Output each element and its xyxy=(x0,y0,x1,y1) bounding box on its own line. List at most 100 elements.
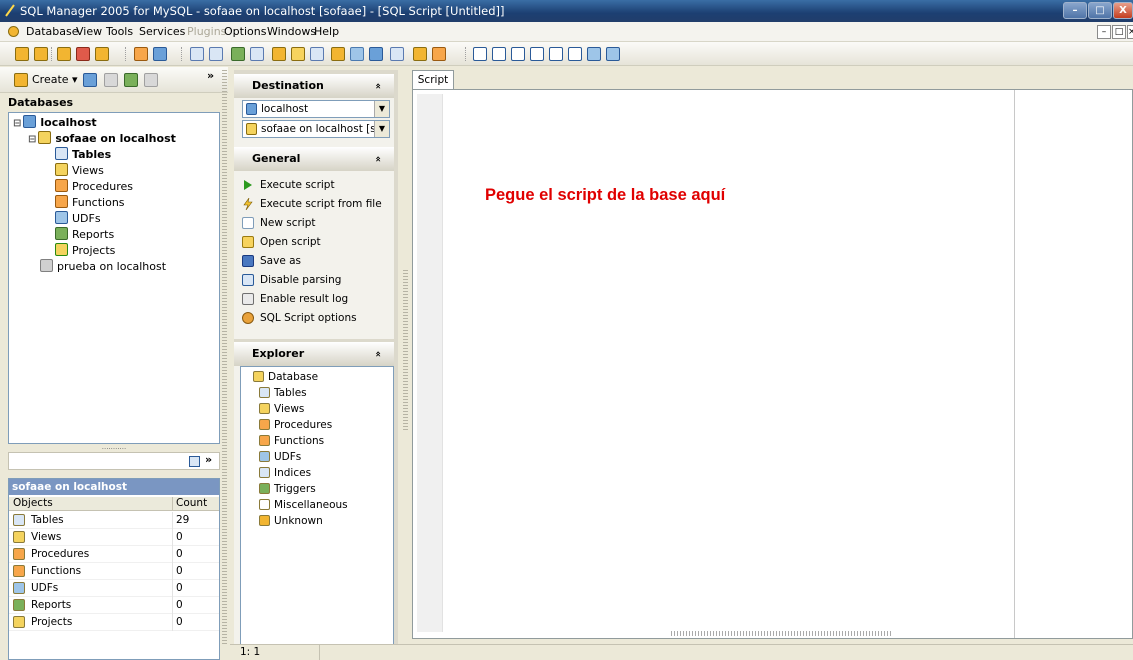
menu-windows[interactable]: Windows xyxy=(267,25,316,38)
window-next-icon[interactable] xyxy=(606,47,620,61)
column-count[interactable]: Count xyxy=(172,497,207,510)
tree-node[interactable]: prueba on localhost xyxy=(28,259,166,275)
sql-script-options-link[interactable]: SQL Script options xyxy=(242,309,357,327)
explorer-node[interactable]: Miscellaneous xyxy=(259,497,348,513)
left-vertical-splitter[interactable] xyxy=(222,70,227,644)
window-tile-vertical-icon[interactable] xyxy=(530,47,544,61)
explorer-node[interactable]: Database xyxy=(253,369,318,385)
table-row[interactable]: Tables 29 xyxy=(9,512,219,529)
chevron-down-icon[interactable]: ▼ xyxy=(374,101,389,117)
backup-icon[interactable] xyxy=(350,47,364,61)
window-tile-icon[interactable] xyxy=(492,47,506,61)
register-database-icon[interactable] xyxy=(15,47,29,61)
grant-manager-icon[interactable] xyxy=(432,47,446,61)
unregister-database-icon[interactable] xyxy=(34,47,48,61)
edit-object-icon[interactable] xyxy=(124,73,138,87)
report-icon[interactable] xyxy=(250,47,264,61)
close-button[interactable]: X xyxy=(1113,2,1133,19)
menu-database[interactable]: Database xyxy=(26,25,79,38)
table-row[interactable]: UDFs 0 xyxy=(9,580,219,597)
sql-editor-icon[interactable] xyxy=(153,47,167,61)
design-query-icon[interactable] xyxy=(231,47,245,61)
print-metadata-icon[interactable] xyxy=(331,47,345,61)
export-data-icon[interactable] xyxy=(272,47,286,61)
menu-help[interactable]: Help xyxy=(314,25,339,38)
mdi-close-button[interactable]: × xyxy=(1127,25,1133,39)
open-script-link[interactable]: Open script xyxy=(242,233,321,251)
window-minimize-all-icon[interactable] xyxy=(549,47,563,61)
explorer-node[interactable]: UDFs xyxy=(259,449,301,465)
menu-tools[interactable]: Tools xyxy=(106,25,133,38)
table-row[interactable]: Views 0 xyxy=(9,529,219,546)
host-select[interactable]: localhost ▼ xyxy=(242,100,390,118)
window-tile-horizontal-icon[interactable] xyxy=(511,47,525,61)
database-properties-icon[interactable] xyxy=(95,47,109,61)
general-section-header[interactable]: General » xyxy=(234,147,394,171)
disconnect-icon[interactable] xyxy=(76,47,90,61)
window-previous-icon[interactable] xyxy=(587,47,601,61)
refresh-icon[interactable] xyxy=(134,47,148,61)
disable-parsing-link[interactable]: Disable parsing xyxy=(242,271,341,289)
tree-node[interactable]: ⊟ localhost xyxy=(13,115,97,131)
create-dropdown-button[interactable]: Create ▾ xyxy=(32,73,78,86)
tree-node[interactable]: Tables xyxy=(43,147,111,163)
tree-node[interactable]: UDFs xyxy=(43,211,101,227)
new-script-link[interactable]: New script xyxy=(242,214,316,232)
collapse-toggle-icon[interactable]: ⊟ xyxy=(13,118,21,129)
tree-node[interactable]: Views xyxy=(43,163,104,179)
table-row[interactable]: Functions 0 xyxy=(9,563,219,580)
tree-splitter[interactable]: ........... xyxy=(8,444,220,452)
table-row[interactable]: Reports 0 xyxy=(9,597,219,614)
table-row[interactable]: Projects 0 xyxy=(9,614,219,631)
window-cascade-icon[interactable] xyxy=(473,47,487,61)
connect-icon[interactable] xyxy=(57,47,71,61)
user-manager-icon[interactable] xyxy=(413,47,427,61)
toolbar-overflow-button[interactable]: » xyxy=(207,69,214,82)
collapse-chevron-icon[interactable]: » xyxy=(367,83,391,89)
explorer-node[interactable]: Functions xyxy=(259,433,324,449)
collapse-chevron-icon[interactable]: » xyxy=(367,156,391,162)
tree-overflow-button[interactable]: » xyxy=(205,453,212,466)
sql-script-editor[interactable]: Pegue el script de la base aquí xyxy=(412,89,1133,639)
explorer-section-header[interactable]: Explorer » xyxy=(234,342,394,366)
maximize-button[interactable]: □ xyxy=(1088,2,1112,19)
menu-services[interactable]: Services xyxy=(139,25,185,38)
execute-script-from-file-link[interactable]: Execute script from file xyxy=(242,195,382,213)
tree-node[interactable]: Procedures xyxy=(43,179,133,195)
menu-options[interactable]: Options xyxy=(224,25,266,38)
refresh-tree-icon[interactable] xyxy=(83,73,97,87)
mdi-restore-button[interactable]: □ xyxy=(1112,25,1126,39)
database-tree[interactable]: ⊟ localhost ⊟ sofaae on localhost Tables View… xyxy=(8,112,220,444)
save-as-link[interactable]: Save as xyxy=(242,252,301,270)
tree-node[interactable]: ⊟ sofaae on localhost xyxy=(28,131,176,147)
tree-node[interactable]: Projects xyxy=(43,243,115,259)
middle-vertical-splitter[interactable] xyxy=(403,270,408,430)
minimize-button[interactable]: – xyxy=(1063,2,1087,19)
explorer-node[interactable]: Triggers xyxy=(259,481,316,497)
window-close-all-icon[interactable] xyxy=(568,47,582,61)
explorer-node[interactable]: Tables xyxy=(259,385,307,401)
restore-icon[interactable] xyxy=(369,47,383,61)
tree-view-options-icon[interactable] xyxy=(189,456,200,467)
explorer-node[interactable]: Procedures xyxy=(259,417,332,433)
chevron-down-icon[interactable]: ▼ xyxy=(374,121,389,137)
database-select[interactable]: sofaae on localhost [sofaae] ▼ xyxy=(242,120,390,138)
execute-script-link[interactable]: Execute script xyxy=(242,176,335,194)
query-builder-icon[interactable] xyxy=(190,47,204,61)
table-row[interactable]: Procedures 0 xyxy=(9,546,219,563)
menu-view[interactable]: View xyxy=(76,25,102,38)
tree-node[interactable]: Functions xyxy=(43,195,125,211)
tab-script[interactable]: Script xyxy=(412,70,454,89)
mdi-minimize-button[interactable]: – xyxy=(1097,25,1111,39)
explorer-node[interactable]: Views xyxy=(259,401,304,417)
horizontal-scroll-grip[interactable] xyxy=(671,631,891,636)
import-data-icon[interactable] xyxy=(291,47,305,61)
enable-result-log-link[interactable]: Enable result log xyxy=(242,290,348,308)
explorer-node[interactable]: Indices xyxy=(259,465,311,481)
script-explorer-tree[interactable]: Database Tables Views Procedures Functions UD… xyxy=(240,366,394,646)
explorer-node[interactable]: Unknown xyxy=(259,513,323,529)
compare-icon[interactable] xyxy=(390,47,404,61)
tree-node[interactable]: Reports xyxy=(43,227,114,243)
collapse-chevron-icon[interactable]: » xyxy=(367,351,391,357)
collapse-toggle-icon[interactable]: ⊟ xyxy=(28,134,36,145)
